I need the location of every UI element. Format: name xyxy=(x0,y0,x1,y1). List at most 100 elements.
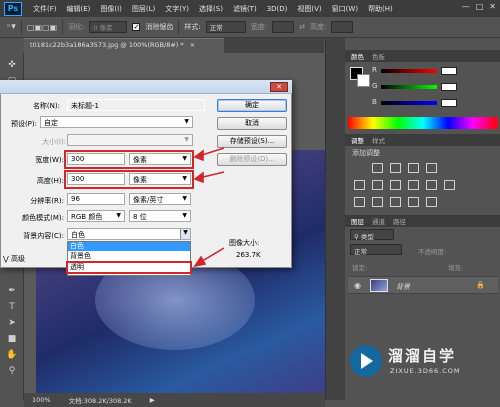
chevron-down-icon: ▼ xyxy=(184,136,189,143)
curves-icon[interactable] xyxy=(408,163,419,173)
black-white-icon[interactable] xyxy=(408,180,419,190)
r-slider[interactable] xyxy=(381,69,437,73)
fill-label: 填充: xyxy=(448,264,464,272)
cancel-button[interactable]: 取消 xyxy=(217,117,287,130)
dialog-close-icon[interactable]: ✕ xyxy=(270,82,288,92)
menu-filter[interactable]: 滤镜(T) xyxy=(228,4,262,14)
watermark-url: ZIXUE.3D66.COM xyxy=(390,367,461,375)
posterize-icon[interactable] xyxy=(372,197,383,207)
size-label: 大小(I): xyxy=(42,138,66,146)
separator xyxy=(62,20,64,34)
color-mode-select[interactable]: RGB 颜色 ▼ xyxy=(67,210,125,222)
dropdown-option-background-color[interactable]: 背景色 xyxy=(68,252,190,261)
color-spectrum[interactable] xyxy=(348,117,498,129)
name-input[interactable]: 未标题-1 xyxy=(67,99,205,111)
bit-depth-select[interactable]: 8 位 ▼ xyxy=(129,210,191,222)
g-label: G xyxy=(372,82,378,90)
tab-channels[interactable]: 通道 xyxy=(372,216,385,226)
r-value-input[interactable] xyxy=(441,67,457,75)
threshold-icon[interactable] xyxy=(390,197,401,207)
pen-tool-icon[interactable]: ✒ xyxy=(6,285,18,297)
gradient-map-icon[interactable] xyxy=(408,197,419,207)
swap-icon[interactable]: ⇄ xyxy=(299,23,305,31)
visibility-eye-icon[interactable]: ◉ xyxy=(354,281,361,290)
name-label: 名称(N): xyxy=(32,102,60,110)
menu-file[interactable]: 文件(F) xyxy=(28,4,62,14)
menu-edit[interactable]: 编辑(E) xyxy=(62,4,96,14)
g-value-input[interactable] xyxy=(441,83,457,91)
layer-row[interactable]: ◉ 背景 🔒 xyxy=(348,276,498,294)
width-input[interactable] xyxy=(272,21,295,33)
background-contents-select[interactable]: 白色 ▼ xyxy=(67,228,191,240)
menu-image[interactable]: 图像(I) xyxy=(95,4,127,14)
document-tab[interactable]: t0181c22b3a186a3573.jpg @ 100%(RGB/8#) *… xyxy=(24,38,224,53)
b-slider[interactable] xyxy=(381,101,437,105)
menu-type[interactable]: 文字(Y) xyxy=(160,4,194,14)
photo-filter-icon[interactable] xyxy=(426,180,437,190)
brightness-icon[interactable] xyxy=(372,163,383,173)
tab-color[interactable]: 颜色 xyxy=(351,51,364,61)
channel-mixer-icon[interactable] xyxy=(444,180,455,190)
menu-help[interactable]: 帮助(H) xyxy=(363,4,398,14)
marquee-icon[interactable]: ◦▾ xyxy=(6,22,16,32)
resolution-unit-select[interactable]: 像素/英寸 ▼ xyxy=(129,193,191,205)
type-tool-icon[interactable]: T xyxy=(6,301,18,313)
g-slider[interactable] xyxy=(381,85,437,89)
invert-icon[interactable] xyxy=(354,197,365,207)
advanced-label: 高级 xyxy=(10,255,25,263)
background-color-swatch[interactable] xyxy=(357,74,370,87)
selective-color-icon[interactable] xyxy=(426,197,437,207)
tab-adjustments[interactable]: 调整 xyxy=(351,135,364,145)
adjustments-panel-tabs: 调整 样式 xyxy=(345,134,500,146)
size-select[interactable]: ▼ xyxy=(67,134,193,146)
close-icon[interactable]: ✕ xyxy=(489,2,496,11)
exposure-icon[interactable] xyxy=(426,163,437,173)
tab-styles[interactable]: 样式 xyxy=(372,135,385,145)
menu-layer[interactable]: 图层(L) xyxy=(127,4,160,14)
feather-input[interactable]: 0 像素 xyxy=(89,21,128,33)
blend-mode-select[interactable]: 正常 xyxy=(350,244,402,256)
zoom-level[interactable]: 100% xyxy=(32,396,51,404)
status-arrow-icon[interactable]: ▶ xyxy=(150,396,155,404)
layer-kind-filter[interactable]: ⚲ 类型 xyxy=(350,229,394,241)
menu-view[interactable]: 视图(V) xyxy=(292,4,326,14)
layer-name[interactable]: 背景 xyxy=(396,282,410,292)
resolution-input[interactable]: 96 xyxy=(67,193,125,205)
height-input[interactable] xyxy=(331,21,354,33)
menu-3d[interactable]: 3D(D) xyxy=(262,5,293,13)
ok-button[interactable]: 确定 xyxy=(217,99,287,112)
close-tab-icon[interactable]: × xyxy=(190,41,195,49)
path-select-tool-icon[interactable]: ➤ xyxy=(6,317,18,329)
minimize-icon[interactable]: — xyxy=(462,2,470,11)
zoom-tool-icon[interactable]: ⚲ xyxy=(6,365,18,377)
hue-saturation-icon[interactable] xyxy=(372,180,383,190)
tab-layers[interactable]: 图层 xyxy=(351,216,364,226)
move-tool-icon[interactable]: ✜ xyxy=(6,59,18,71)
kind-filter-label: 类型 xyxy=(360,233,374,241)
hand-tool-icon[interactable]: ✋ xyxy=(6,349,18,361)
style-select[interactable]: 正常 xyxy=(205,21,246,33)
antialias-label: 消除锯齿 xyxy=(145,23,174,31)
advanced-toggle[interactable]: ⋁ 高级 xyxy=(3,254,25,264)
vibrance-icon[interactable] xyxy=(354,180,365,190)
menu-window[interactable]: 窗口(W) xyxy=(327,4,363,14)
tab-paths[interactable]: 路径 xyxy=(393,216,406,226)
separator xyxy=(20,20,22,34)
preset-select[interactable]: 自定 ▼ xyxy=(40,116,193,128)
menu-select[interactable]: 选择(S) xyxy=(194,4,228,14)
color-balance-icon[interactable] xyxy=(390,180,401,190)
tab-swatches[interactable]: 色板 xyxy=(372,51,385,61)
add-adjustment-title: 添加调整 xyxy=(352,149,380,157)
preset-label: 预设(P): xyxy=(10,120,37,128)
dropdown-option-white[interactable]: 白色 xyxy=(68,242,190,251)
chevron-down-icon: ▼ xyxy=(182,195,187,202)
annotation-arrows xyxy=(193,147,225,268)
b-label: B xyxy=(372,98,377,106)
preset-value: 自定 xyxy=(44,119,58,127)
maximize-icon[interactable]: □ xyxy=(476,2,484,11)
selection-mode-icon[interactable]: ▢▣▢▣ xyxy=(27,23,57,32)
antialias-checkbox[interactable]: ✓ xyxy=(132,23,141,31)
b-value-input[interactable] xyxy=(441,99,457,107)
rectangle-tool-icon[interactable]: ■ xyxy=(6,333,18,345)
levels-icon[interactable] xyxy=(390,163,401,173)
